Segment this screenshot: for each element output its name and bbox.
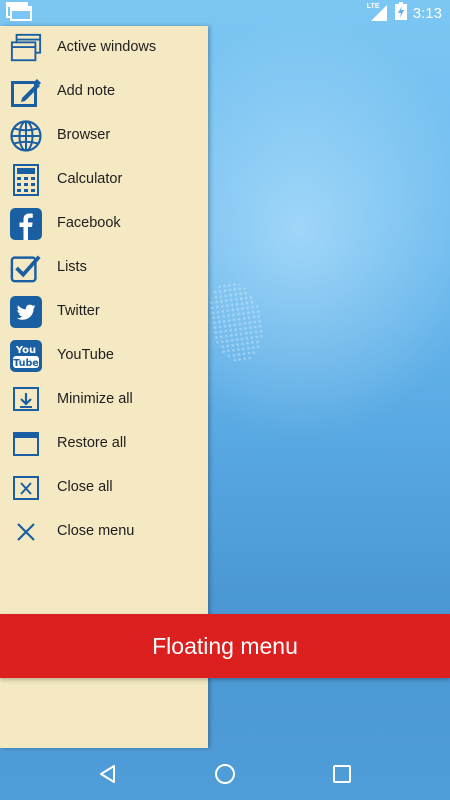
menu-item-active-windows[interactable]: Active windows: [0, 26, 208, 70]
close-icon: [10, 516, 42, 548]
navigation-bar: [0, 748, 450, 800]
close-all-icon: [10, 472, 42, 504]
menu-item-label: Lists: [57, 259, 87, 275]
recent-apps-icon[interactable]: [322, 754, 362, 794]
status-bar: LTE 3:13: [0, 0, 450, 26]
svg-text:You: You: [15, 345, 36, 356]
menu-item-twitter[interactable]: Twitter: [0, 290, 208, 334]
menu-item-label: Close menu: [57, 523, 135, 539]
menu-item-label: Active windows: [57, 39, 157, 55]
menu-item-label: Close all: [57, 479, 113, 495]
menu-item-close-menu[interactable]: Close menu: [0, 510, 208, 554]
menu-item-label: Calculator: [57, 171, 123, 187]
menu-item-label: Facebook: [57, 215, 121, 231]
menu-item-lists[interactable]: Lists: [0, 246, 208, 290]
menu-item-facebook[interactable]: Facebook: [0, 202, 208, 246]
menu-item-label: Browser: [57, 127, 111, 143]
notification-window-icon: [6, 1, 32, 26]
restore-icon: [10, 428, 42, 460]
menu-item-minimize-all[interactable]: Minimize all: [0, 378, 208, 422]
menu-item-browser[interactable]: Browser: [0, 114, 208, 158]
menu-item-label: Restore all: [57, 435, 127, 451]
globe-icon: [10, 120, 42, 152]
active-windows-icon: [10, 32, 42, 64]
menu-item-label: YouTube: [57, 347, 114, 363]
minimize-icon: [10, 384, 42, 416]
menu-item-restore-all[interactable]: Restore all: [0, 422, 208, 466]
menu-item-label: Minimize all: [57, 391, 133, 407]
twitter-icon: [10, 296, 42, 328]
menu-item-label: Twitter: [57, 303, 100, 319]
menu-item-close-all[interactable]: Close all: [0, 466, 208, 510]
banner-title: Floating menu: [152, 632, 298, 659]
menu-item-calculator[interactable]: Calculator: [0, 158, 208, 202]
signal-icon: LTE: [367, 3, 389, 21]
floating-menu-banner: Floating menu: [0, 614, 450, 678]
back-icon[interactable]: [88, 754, 128, 794]
add-note-icon: [10, 76, 42, 108]
youtube-icon: You Tube: [10, 340, 42, 372]
checkbox-icon: [10, 252, 42, 284]
menu-item-youtube[interactable]: You Tube YouTube: [0, 334, 208, 378]
svg-text:Tube: Tube: [13, 358, 38, 369]
battery-icon: [394, 1, 407, 25]
clock: 3:13: [412, 4, 442, 22]
facebook-icon: [10, 208, 42, 240]
menu-item-add-note[interactable]: Add note: [0, 70, 208, 114]
calculator-icon: [10, 164, 42, 196]
home-icon[interactable]: [205, 754, 245, 794]
menu-item-label: Add note: [57, 83, 116, 99]
